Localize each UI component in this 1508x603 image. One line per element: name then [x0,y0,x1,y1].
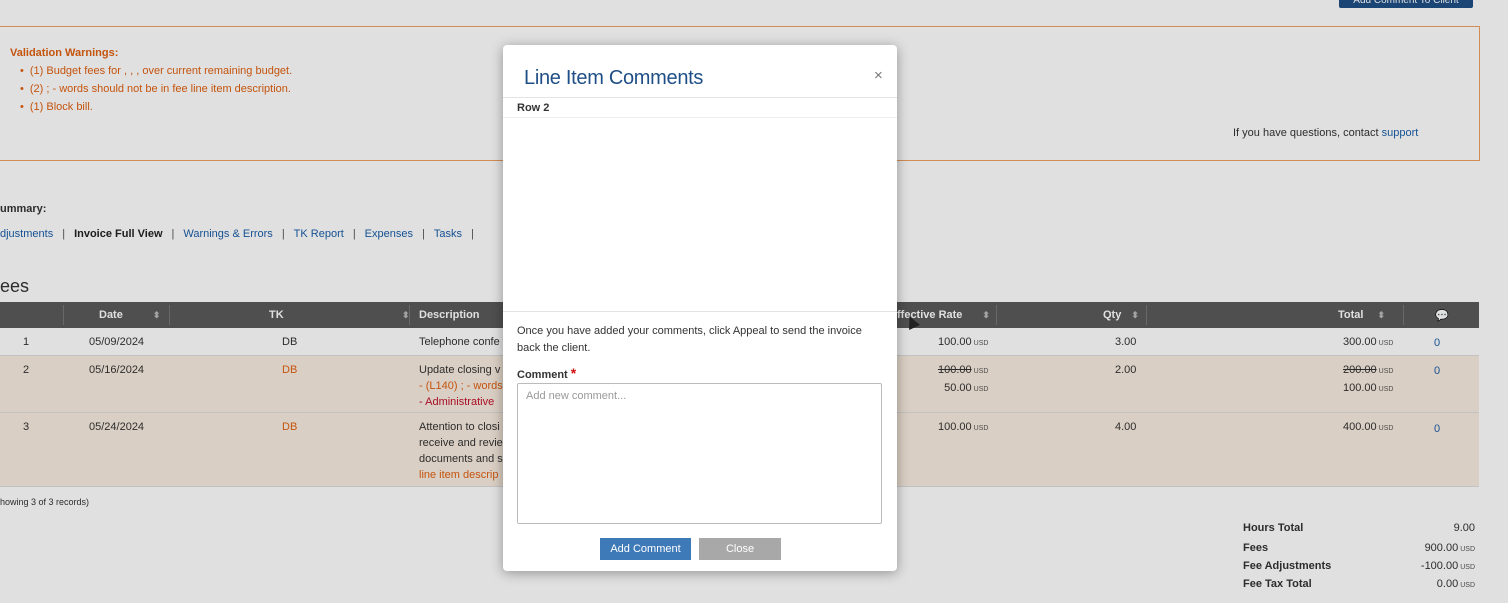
comment-label: Comment * [517,365,577,381]
modal-title: Line Item Comments [524,67,704,89]
modal-divider [503,117,897,118]
modal-divider [503,97,897,98]
close-button[interactable]: Close [699,538,781,560]
required-mark: * [570,365,577,381]
add-comment-button[interactable]: Add Comment [600,538,691,560]
modal-instructions: Once you have added your comments, click… [517,325,862,354]
line-item-comments-modal: Line Item Comments × Row 2 Once you have… [503,45,897,571]
close-icon[interactable]: × [874,67,883,84]
modal-divider [503,311,897,312]
comment-textarea[interactable] [517,383,882,524]
row-label: Row 2 [517,102,550,114]
